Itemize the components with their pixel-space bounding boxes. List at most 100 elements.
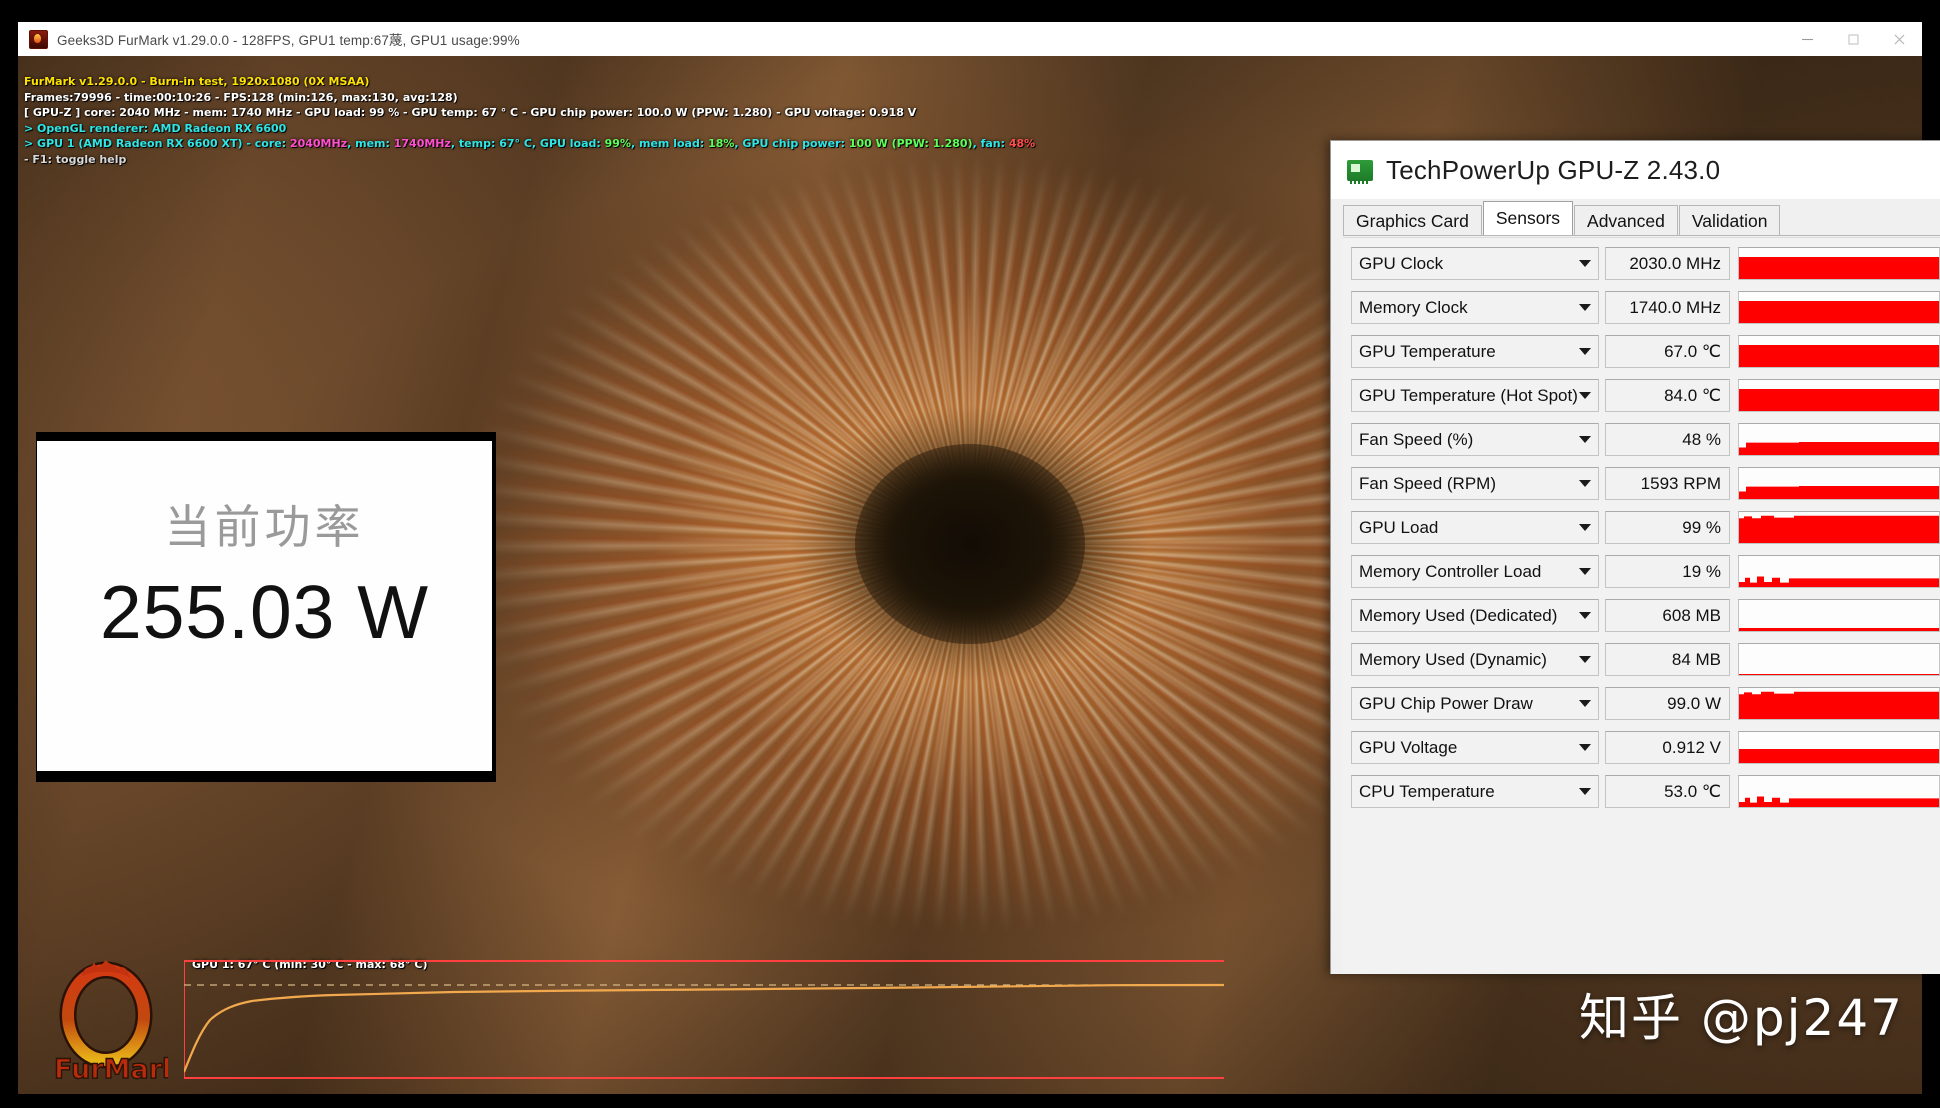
- tab-sensors[interactable]: Sensors: [1482, 201, 1574, 235]
- sensor-history-graph: [1738, 247, 1940, 280]
- fur-donut-core: [855, 443, 1085, 644]
- sensor-name-dropdown[interactable]: Memory Controller Load: [1351, 555, 1599, 588]
- sensor-name-dropdown[interactable]: Fan Speed (RPM): [1351, 467, 1599, 500]
- sensor-value: 53.0 ℃: [1605, 775, 1730, 808]
- power-meter-card: 当前功率 255.03 W: [37, 441, 492, 771]
- sensor-value: 48 %: [1605, 423, 1730, 456]
- sensor-name-dropdown[interactable]: GPU Temperature (Hot Spot): [1351, 379, 1599, 412]
- sensor-history-graph: [1738, 511, 1940, 544]
- sensor-value: 608 MB: [1605, 599, 1730, 632]
- tab-strip-divider: [1343, 235, 1940, 236]
- chevron-down-icon: [1579, 348, 1591, 355]
- sensor-row: Memory Clock 1740.0 MHz: [1343, 288, 1940, 327]
- osd-gpu1-fan: 48%: [1008, 137, 1036, 151]
- sensor-name-dropdown[interactable]: CPU Temperature: [1351, 775, 1599, 808]
- sensor-graph-fill: [1739, 256, 1939, 279]
- osd-gpu1-sep1: , mem:: [347, 137, 394, 151]
- sensor-name-dropdown[interactable]: GPU Voltage: [1351, 731, 1599, 764]
- sensor-history-graph: [1738, 423, 1940, 456]
- zhihu-watermark: 知乎 @pj247: [1579, 989, 1904, 1047]
- sensor-graph-fill: [1739, 300, 1939, 323]
- osd-line-title: FurMark v1.29.0.0 - Burn-in test, 1920x1…: [24, 75, 370, 88]
- close-button[interactable]: [1876, 22, 1922, 56]
- furmark-osd: FurMark v1.29.0.0 - Burn-in test, 1920x1…: [24, 74, 1035, 168]
- furmark-logo-text: FurMark: [54, 1054, 168, 1085]
- minimize-button[interactable]: [1784, 22, 1830, 56]
- sensor-value: 67.0 ℃: [1605, 335, 1730, 368]
- sensor-graph-fill: [1739, 673, 1939, 675]
- gpuz-tab-bar: Graphics Card Sensors Advanced Validatio…: [1343, 201, 1940, 235]
- furmark-app-icon: [29, 29, 48, 49]
- sensor-value: 19 %: [1605, 555, 1730, 588]
- sensor-history-graph: [1738, 291, 1940, 324]
- sensor-row: GPU Temperature 67.0 ℃: [1343, 332, 1940, 371]
- furmark-temperature-graph: GPU 1: 67° C (min: 30° C - max: 68° C): [184, 958, 1224, 1080]
- sensor-name-dropdown[interactable]: GPU Chip Power Draw: [1351, 687, 1599, 720]
- chevron-down-icon: [1579, 568, 1591, 575]
- osd-gpu1-mem: 1740MHz: [393, 137, 451, 151]
- osd-gpu1-sep6: , fan:: [972, 137, 1009, 151]
- sensor-value: 99 %: [1605, 511, 1730, 544]
- chevron-down-icon: [1579, 788, 1591, 795]
- osd-gpu1-sep4: , mem load:: [630, 137, 709, 151]
- chevron-down-icon: [1579, 744, 1591, 751]
- gpuz-titlebar: TechPowerUp GPU-Z 2.43.0: [1331, 141, 1940, 199]
- chevron-down-icon: [1579, 260, 1591, 267]
- tab-validation[interactable]: Validation: [1678, 205, 1781, 235]
- sensor-value: 84 MB: [1605, 643, 1730, 676]
- sensor-value: 2030.0 MHz: [1605, 247, 1730, 280]
- sensor-row: GPU Clock 2030.0 MHz: [1343, 244, 1940, 283]
- chevron-down-icon: [1579, 700, 1591, 707]
- sensor-row: CPU Temperature 53.0 ℃: [1343, 772, 1940, 811]
- sensor-graph-fill: [1739, 627, 1939, 631]
- osd-gpu1-power: 100 W (PPW: 1.280): [848, 137, 973, 151]
- chevron-down-icon: [1579, 480, 1591, 487]
- power-meter-value: 255.03 W: [99, 570, 430, 654]
- sensor-row: GPU Voltage 0.912 V: [1343, 728, 1940, 767]
- sensor-history-graph: [1738, 335, 1940, 368]
- osd-line-renderer: > OpenGL renderer: AMD Radeon RX 6600: [24, 121, 287, 135]
- furmark-titlebar: Geeks3D FurMark v1.29.0.0 - 128FPS, GPU1…: [18, 22, 1922, 57]
- screenshot-root: Geeks3D FurMark v1.29.0.0 - 128FPS, GPU1…: [0, 0, 1940, 1108]
- sensor-row: Fan Speed (RPM) 1593 RPM: [1343, 464, 1940, 503]
- sensor-value: 1740.0 MHz: [1605, 291, 1730, 324]
- osd-gpu1-sep2: , temp:: [450, 137, 500, 151]
- sensor-value: 99.0 W: [1605, 687, 1730, 720]
- chevron-down-icon: [1579, 656, 1591, 663]
- osd-gpu1-core: 2040MHz: [289, 137, 348, 151]
- sensor-value: 0.912 V: [1605, 731, 1730, 764]
- osd-line-gpu1: > GPU 1 (AMD Radeon RX 6600 XT) - core: …: [24, 136, 1035, 152]
- sensor-history-graph: [1738, 379, 1940, 412]
- sensor-name-dropdown[interactable]: Memory Used (Dedicated): [1351, 599, 1599, 632]
- osd-line-help: - F1: toggle help: [24, 152, 127, 166]
- osd-line-frames: Frames:79996 - time:00:10:26 - FPS:128 (…: [24, 90, 458, 104]
- furmark-window-title: Geeks3D FurMark v1.29.0.0 - 128FPS, GPU1…: [57, 33, 520, 48]
- power-meter-overlay: 当前功率 255.03 W: [36, 432, 496, 782]
- sensor-name-dropdown[interactable]: Memory Used (Dynamic): [1351, 643, 1599, 676]
- sensor-name-dropdown[interactable]: GPU Temperature: [1351, 335, 1599, 368]
- sensor-name-dropdown[interactable]: Memory Clock: [1351, 291, 1599, 324]
- gpuz-graphics-card-icon: [1347, 159, 1373, 184]
- sensor-row: Memory Used (Dedicated) 608 MB: [1343, 596, 1940, 635]
- sensor-row: Memory Used (Dynamic) 84 MB: [1343, 640, 1940, 679]
- osd-gpu1-prefix: > GPU 1 (AMD Radeon RX 6600 XT) - core:: [24, 137, 290, 151]
- osd-gpu1-temp: 67° C: [499, 137, 532, 151]
- sensor-history-graph: [1738, 555, 1940, 588]
- sensor-history-graph: [1738, 467, 1940, 500]
- sensor-name-dropdown[interactable]: GPU Clock: [1351, 247, 1599, 280]
- maximize-button[interactable]: [1830, 22, 1876, 56]
- tab-graphics-card[interactable]: Graphics Card: [1343, 205, 1482, 235]
- sensor-history-graph: [1738, 731, 1940, 764]
- chevron-down-icon: [1579, 392, 1591, 399]
- sensor-value: 84.0 ℃: [1605, 379, 1730, 412]
- sensor-name-dropdown[interactable]: Fan Speed (%): [1351, 423, 1599, 456]
- gpuz-window-title: TechPowerUp GPU-Z 2.43.0: [1386, 154, 1721, 185]
- osd-gpu1-sep3: , GPU load:: [531, 137, 605, 151]
- tab-advanced[interactable]: Advanced: [1574, 205, 1678, 235]
- sensor-row: GPU Load 99 %: [1343, 508, 1940, 547]
- osd-line-gpuz: [ GPU-Z ] core: 2040 MHz - mem: 1740 MHz…: [24, 106, 917, 120]
- sensor-graph-fill: [1739, 389, 1939, 411]
- sensor-name-dropdown[interactable]: GPU Load: [1351, 511, 1599, 544]
- window-controls: [1784, 22, 1922, 56]
- graph-svg: [184, 960, 1224, 1079]
